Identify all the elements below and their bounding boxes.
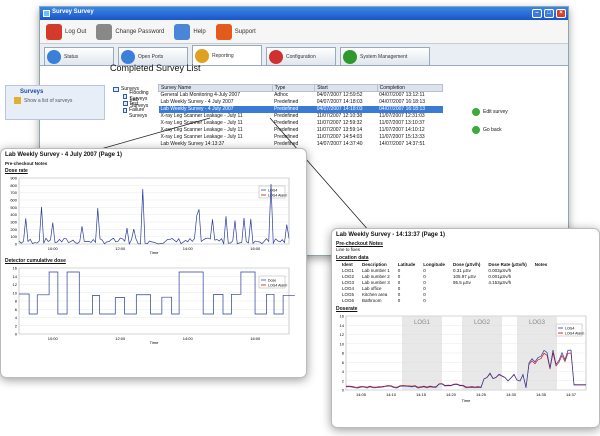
x-tick-label: 14:37 xyxy=(566,392,577,397)
legend-label: LOG4 xyxy=(565,327,574,331)
y-tick-label: 600 xyxy=(10,198,17,203)
x-tick-label: 14:00 xyxy=(183,336,194,341)
x-tick-label: 10:00 xyxy=(48,246,59,251)
zone-label: LOG2 xyxy=(474,320,491,326)
legend: LOG4LOG4 Alarm xyxy=(258,185,287,199)
y-tick-label: 10 xyxy=(340,341,345,346)
x-tick-label: 16:00 xyxy=(250,336,261,341)
x-tick-label: 14:30 xyxy=(506,392,517,397)
zone-label: LOG1 xyxy=(414,320,431,326)
y-tick-label: 0 xyxy=(15,242,18,247)
doserate-chart: 16 14 12 10 8 6 4 2 0 14:05 14:10 14:15 14:20 14:25 14… xyxy=(340,314,587,403)
y-tick-label: 10 xyxy=(13,290,18,295)
legend: LOG4LOG4 Alarm xyxy=(555,323,584,337)
x-axis-label: Time xyxy=(150,250,160,255)
location-table: Ident Description Latitude Longitude Dose (µ… xyxy=(338,261,551,303)
report-title: Lab Weekly Survey - 4 July 2007 (Page 1) xyxy=(5,152,122,158)
legend-label: Dose xyxy=(268,279,276,283)
y-tick-label: 4 xyxy=(15,315,18,320)
table-cell: Lab number 2 xyxy=(362,273,390,279)
notes-text: Line to fixes xyxy=(336,247,361,252)
dose-rate-line xyxy=(18,183,290,246)
y-tick-label: 800 xyxy=(10,183,17,188)
y-tick-label: 14 xyxy=(13,274,18,279)
zone-band xyxy=(462,316,502,390)
cumulative-dose-line xyxy=(19,271,295,315)
table-cell xyxy=(449,297,484,303)
x-axis-label: Time xyxy=(150,340,160,345)
legend-label: LOG4 xyxy=(268,189,277,193)
y-tick-label: 2 xyxy=(342,378,345,383)
table-cell: LOG6 xyxy=(342,297,355,303)
table-cell: 0 xyxy=(397,297,401,303)
y-tick-label: 2 xyxy=(15,323,18,328)
y-tick-label: 8 xyxy=(342,351,345,356)
cumulative-dose-chart: 16 14 12 10 8 6 4 2 0 10:00 12:00 14:00 16:00 DoseLOG… xyxy=(13,266,295,345)
y-tick-label: 8 xyxy=(15,299,18,304)
y-tick-label: 500 xyxy=(10,205,17,210)
x-tick-label: 14:20 xyxy=(446,392,457,397)
legend: DoseLOG4 Alarm xyxy=(258,275,287,289)
y-tick-label: 700 xyxy=(10,190,17,195)
zone-label: LOG3 xyxy=(529,320,546,326)
x-tick-label: 14:15 xyxy=(416,392,427,397)
y-tick-label: 300 xyxy=(10,220,17,225)
table-header-row: Ident Description Latitude Longitude Dose (µ… xyxy=(338,261,551,267)
table-row: LOG6 Bathroom 0 0 xyxy=(338,297,551,303)
table-cell xyxy=(531,297,552,303)
x-tick-label: 10:00 xyxy=(48,336,59,341)
y-tick-label: 0 xyxy=(342,388,345,393)
y-tick-label: 14 xyxy=(340,323,345,328)
y-tick-label: 16 xyxy=(340,314,345,319)
report-title: Lab Weekly Survey - 14:13:37 (Page 1) xyxy=(336,232,445,238)
table-cell: 0 xyxy=(423,297,426,303)
table-cell: Lab number 3 xyxy=(362,279,390,285)
y-tick-label: 200 xyxy=(10,227,17,232)
column-header: Dose (µSv/h) xyxy=(453,261,481,267)
x-tick-label: 12:00 xyxy=(115,246,126,251)
y-tick-label: 900 xyxy=(10,176,17,181)
column-header: Dose Rate (µSv/h) xyxy=(488,261,527,267)
report-preview-1: Lab Weekly Survey - 4 July 2007 (Page 1)… xyxy=(0,148,307,378)
x-tick-label: 14:00 xyxy=(183,246,194,251)
table-cell xyxy=(484,297,530,303)
x-tick-label: 16:00 xyxy=(250,246,261,251)
x-tick-label: 12:00 xyxy=(115,336,126,341)
zone-band xyxy=(517,316,557,390)
x-tick-label: 14:35 xyxy=(536,392,547,397)
y-tick-label: 6 xyxy=(15,307,18,312)
notes-title: Pre-checkout Notes xyxy=(5,161,48,166)
table-cell: Lab number 1 xyxy=(362,267,390,273)
y-tick-label: 400 xyxy=(10,212,17,217)
y-tick-label: 16 xyxy=(13,266,18,271)
y-tick-label: 4 xyxy=(342,369,345,374)
x-tick-label: 14:05 xyxy=(356,392,367,397)
y-tick-label: 6 xyxy=(342,360,345,365)
x-tick-label: 14:10 xyxy=(386,392,397,397)
legend-label: LOG4 Alarm xyxy=(565,332,584,336)
y-tick-label: 12 xyxy=(340,332,345,337)
legend-label: LOG4 Alarm xyxy=(268,284,287,288)
zone-band xyxy=(402,316,442,390)
x-axis-label: Time xyxy=(462,398,472,403)
dose-rate-chart: 900 800 700 600 500 400 300 200 100 0 10:00 12:00 14… xyxy=(10,176,290,255)
plot-area xyxy=(18,177,290,245)
y-tick-label: 0 xyxy=(15,332,18,337)
y-tick-label: 12 xyxy=(13,282,18,287)
connector-line xyxy=(89,117,211,153)
y-tick-label: 100 xyxy=(10,234,17,239)
x-tick-label: 14:25 xyxy=(476,392,487,397)
column-header: Longitude xyxy=(423,261,446,267)
report-preview-2: Lab Weekly Survey - 14:13:37 (Page 1) Pr… xyxy=(331,228,600,428)
table-cell: Bathroom xyxy=(362,297,382,303)
